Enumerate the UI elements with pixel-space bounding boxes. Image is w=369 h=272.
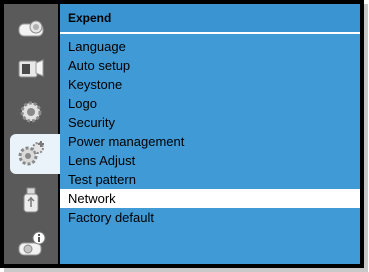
menu-item-security[interactable]: Security — [60, 113, 360, 132]
sidebar-item-display[interactable] — [4, 6, 58, 46]
menu-title: Expend — [68, 11, 112, 25]
sidebar-item-info[interactable] — [4, 224, 58, 264]
header-divider — [60, 32, 360, 34]
menu-item-auto-setup[interactable]: Auto setup — [60, 56, 360, 75]
menu-item-language[interactable]: Language — [60, 37, 360, 56]
menu-item-test-pattern[interactable]: Test pattern — [60, 170, 360, 189]
menu-item-logo[interactable]: Logo — [60, 94, 360, 113]
expand-menu-panel: Expend Language Auto setup Keystone Logo… — [60, 4, 360, 264]
projector-display-icon — [18, 20, 44, 37]
projector-osd-menu: Expend Language Auto setup Keystone Logo… — [0, 0, 364, 268]
menu-item-network[interactable]: Network — [60, 189, 360, 208]
settings-gear-icon — [20, 101, 42, 123]
input-source-icon — [18, 59, 44, 78]
sidebar-item-expand[interactable] — [10, 134, 60, 174]
expand-gear-plus-icon — [18, 141, 44, 166]
menu-item-lens-adjust[interactable]: Lens Adjust — [60, 151, 360, 170]
projector-info-icon — [18, 231, 46, 256]
category-sidebar — [4, 4, 60, 264]
usb-drive-icon — [23, 187, 39, 213]
menu-item-factory-default[interactable]: Factory default — [60, 208, 360, 227]
menu-item-keystone[interactable]: Keystone — [60, 75, 360, 94]
sidebar-item-settings[interactable] — [4, 92, 58, 132]
menu-list: Language Auto setup Keystone Logo Securi… — [60, 37, 360, 227]
sidebar-item-input[interactable] — [4, 49, 58, 89]
sidebar-item-usb[interactable] — [4, 180, 58, 220]
menu-header: Expend — [60, 4, 360, 32]
menu-item-power-management[interactable]: Power management — [60, 132, 360, 151]
